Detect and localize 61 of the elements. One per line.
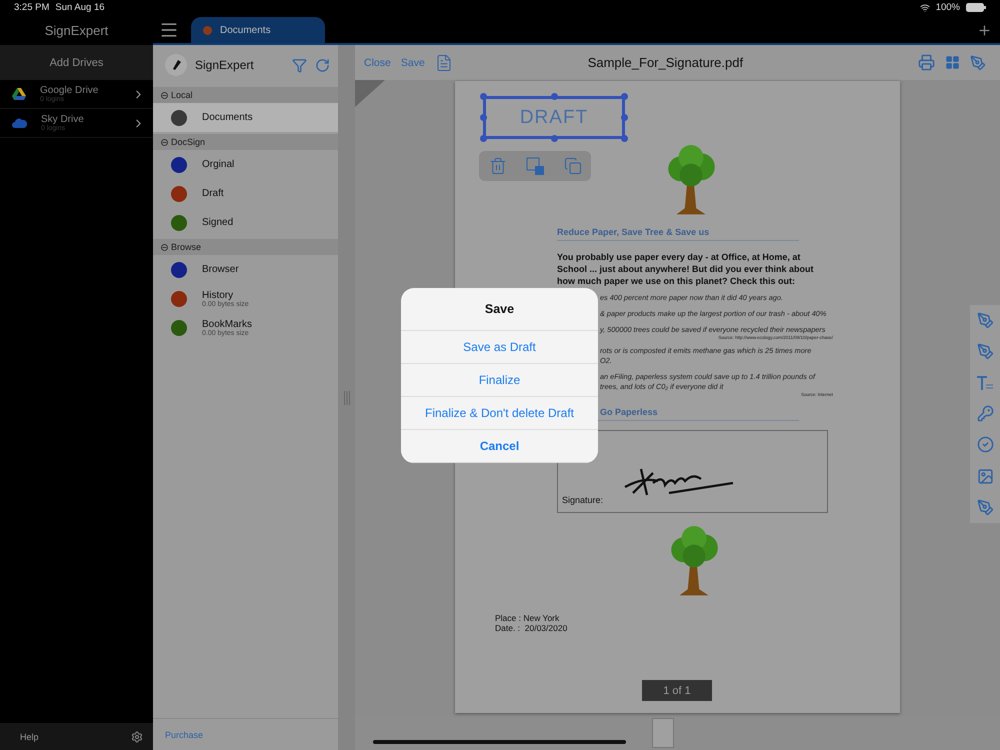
section-header[interactable]: Browse xyxy=(153,239,338,255)
filter-icon[interactable] xyxy=(292,58,307,72)
pen-icon[interactable] xyxy=(976,343,994,360)
document-title: Sample_For_Signature.pdf xyxy=(588,55,744,70)
trash-icon[interactable] xyxy=(488,157,506,175)
pen-icon[interactable] xyxy=(976,312,994,330)
printer-icon[interactable] xyxy=(918,54,935,71)
add-icon[interactable] xyxy=(977,23,992,38)
date-text: Date. : 20/03/2020 xyxy=(495,622,568,632)
folder-name: Signed xyxy=(202,217,234,228)
panel-title: SignExpert xyxy=(195,58,254,72)
add-drives-button[interactable]: Add Drives xyxy=(0,45,153,80)
drive-name: Sky Drive xyxy=(41,114,85,125)
collapse-icon xyxy=(161,244,168,250)
place-text: Place : New York xyxy=(495,612,560,622)
section-title: Browse xyxy=(171,242,202,252)
documents-tab[interactable]: Documents xyxy=(191,17,325,43)
copy-icon[interactable] xyxy=(564,157,582,175)
status-date: Sun Aug 16 xyxy=(55,2,105,13)
grid-icon[interactable] xyxy=(945,55,960,70)
pen-icon[interactable] xyxy=(976,498,994,516)
page-corner-icon[interactable] xyxy=(355,80,385,107)
text-tool-icon[interactable] xyxy=(976,374,994,391)
drive-triangle-icon xyxy=(12,88,26,100)
section-title: Local xyxy=(171,90,193,100)
collapse-icon xyxy=(161,138,168,146)
settings-icon[interactable] xyxy=(131,730,143,742)
key-icon[interactable] xyxy=(976,404,994,422)
image-icon[interactable] xyxy=(976,468,994,485)
section-heading: Reduce Paper, Save Tree & Save us xyxy=(557,227,799,241)
section-title: DocSign xyxy=(171,137,206,147)
folder-name: Orginal xyxy=(202,159,236,170)
folder-name: History xyxy=(202,290,234,300)
pen-nib-logo xyxy=(165,54,187,76)
page-indicator: 1 of 1 xyxy=(642,680,712,701)
battery-level: 100% xyxy=(936,2,960,13)
intro-paragraph: You probably use paper every day - at Office, at Home, at School ... just about anywhere! But did you ever think about how much paper we use on this planet? Check this out: xyxy=(557,251,815,287)
section-header[interactable]: DocSign xyxy=(153,134,338,150)
drag-handle-icon[interactable] xyxy=(344,390,350,404)
tab-folder-icon xyxy=(203,26,212,34)
pages-icon[interactable] xyxy=(434,54,453,72)
app-title: SignExpert xyxy=(44,22,108,38)
signature-label: Signature: xyxy=(562,495,604,505)
drive-name: Google Drive xyxy=(40,85,100,96)
collapse-icon xyxy=(161,92,168,98)
folder-name: Browser xyxy=(202,264,240,275)
refresh-icon[interactable] xyxy=(315,58,330,72)
folder-item[interactable]: Documents xyxy=(153,103,338,132)
help-link[interactable]: Help xyxy=(20,732,39,742)
check-circle-icon[interactable] xyxy=(976,436,994,454)
folder-name: BookMarks xyxy=(202,318,254,330)
page-thumbnail[interactable] xyxy=(652,718,674,748)
folder-name: Documents xyxy=(202,112,254,123)
layers-icon[interactable] xyxy=(526,156,544,176)
status-time: 3:25 PM xyxy=(14,2,50,13)
folder-name: Draft xyxy=(202,188,225,199)
wifi-icon xyxy=(920,2,930,12)
pen-icon[interactable] xyxy=(970,54,986,70)
cloud-icon xyxy=(12,118,27,128)
battery-icon xyxy=(966,3,986,12)
section-header[interactable]: Local xyxy=(153,87,338,103)
